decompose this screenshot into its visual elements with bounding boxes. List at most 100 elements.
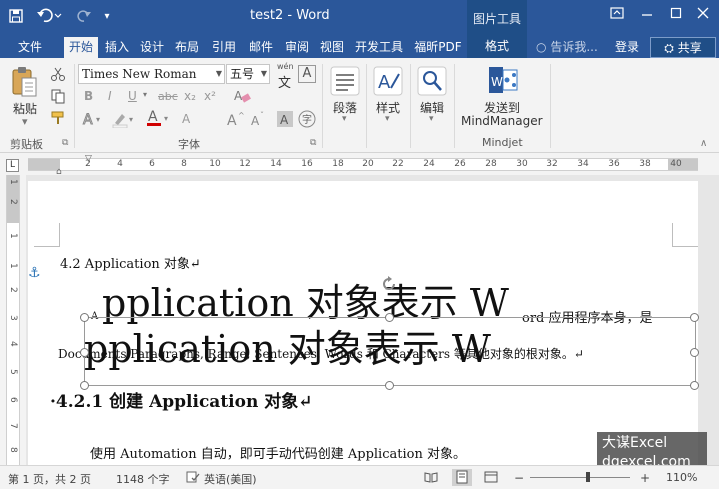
- tab-file[interactable]: 文件: [10, 37, 50, 58]
- text-effects-icon[interactable]: A ▾: [82, 110, 104, 131]
- heading-4-2[interactable]: 4.2 Application 对象↵: [60, 253, 201, 272]
- resize-handle[interactable]: [385, 313, 394, 322]
- copy-icon[interactable]: [50, 88, 66, 107]
- underline-dropdown-icon[interactable]: ▾: [143, 90, 147, 99]
- styles-dropdown-icon[interactable]: ▾: [385, 114, 390, 124]
- page-count[interactable]: 第 1 页，共 2 页: [8, 471, 91, 487]
- resize-handle[interactable]: [385, 381, 394, 390]
- svg-text:A: A: [227, 113, 237, 127]
- italic-button[interactable]: I: [108, 89, 112, 103]
- format-painter-icon[interactable]: [50, 110, 66, 129]
- shrink-font-icon[interactable]: Aˇ: [250, 110, 268, 130]
- maximize-icon[interactable]: [666, 6, 686, 26]
- resize-handle[interactable]: [690, 348, 699, 357]
- tell-me-box[interactable]: ○ 告诉我...: [536, 37, 606, 58]
- resize-handle[interactable]: [690, 381, 699, 390]
- tab-review[interactable]: 审阅: [282, 37, 312, 58]
- send-to-label-2[interactable]: MindManager: [461, 114, 543, 128]
- minimize-icon[interactable]: [637, 6, 657, 26]
- vertical-ruler[interactable]: 1 2 1 1 2 3 4 5 6 7 8: [6, 175, 20, 465]
- ruler-number: 26: [454, 159, 466, 169]
- first-line-indent-marker[interactable]: ▽: [85, 154, 92, 164]
- tab-home[interactable]: 开始: [64, 37, 98, 58]
- zoom-slider[interactable]: [530, 472, 630, 482]
- collapse-ribbon-icon[interactable]: ∧: [700, 138, 707, 149]
- word-count[interactable]: 1148 个字: [116, 471, 170, 487]
- resize-handle[interactable]: [80, 313, 89, 322]
- ribbon-home: 粘贴 ▾ 剪贴板 ⧉ Times New Roman ▼ 五号 ▼ wén 文 …: [0, 58, 719, 153]
- login-link[interactable]: 登录: [612, 37, 642, 58]
- share-button[interactable]: ⛭ 共享: [650, 37, 716, 58]
- enclose-characters-icon[interactable]: 字: [298, 110, 316, 131]
- underline-button[interactable]: U: [128, 89, 137, 103]
- tab-design[interactable]: 设计: [137, 37, 167, 58]
- font-size-dropdown-icon[interactable]: ▼: [261, 65, 267, 83]
- tab-view[interactable]: 视图: [317, 37, 347, 58]
- character-border-icon[interactable]: A: [298, 65, 316, 83]
- ruler-number: 38: [639, 159, 651, 169]
- clear-formatting-icon[interactable]: A: [233, 88, 251, 107]
- tab-mailings[interactable]: 邮件: [246, 37, 276, 58]
- ruler-number: 28: [485, 159, 497, 169]
- styles-icon[interactable]: A: [373, 66, 403, 96]
- subscript-button[interactable]: x₂: [184, 89, 196, 103]
- zoom-in-icon[interactable]: +: [640, 471, 650, 485]
- phonetic-guide-icon[interactable]: 文: [278, 72, 291, 91]
- paste-dropdown-icon[interactable]: ▾: [22, 115, 28, 128]
- mindmanager-icon[interactable]: W: [487, 64, 518, 94]
- tab-references[interactable]: 引用: [209, 37, 239, 58]
- proofing-icon[interactable]: [186, 471, 200, 486]
- heading-4-2-1[interactable]: ·4.2.1 创建 Application 对象↵: [50, 387, 313, 412]
- print-layout-icon[interactable]: [452, 469, 472, 486]
- redo-icon[interactable]: [74, 6, 94, 26]
- paragraph-dropdown-icon[interactable]: ▾: [342, 114, 347, 124]
- font-size-dropdown-small-icon[interactable]: A: [181, 111, 195, 130]
- language[interactable]: 英语(美国): [204, 471, 257, 487]
- document-page[interactable]: 4.2 Application 对象↵ A pplication 对象表示 W …: [28, 181, 699, 465]
- font-name-dropdown-icon[interactable]: ▼: [216, 65, 222, 83]
- ruler-number: 34: [577, 159, 589, 169]
- font-launcher-icon[interactable]: ⧉: [310, 138, 316, 148]
- ruler-number: 16: [301, 159, 313, 169]
- find-icon[interactable]: [417, 66, 447, 96]
- rotate-handle-icon[interactable]: [380, 275, 398, 293]
- cut-icon[interactable]: [50, 66, 66, 85]
- ruler-number: 24: [423, 159, 435, 169]
- character-shading-icon[interactable]: A: [276, 110, 294, 131]
- paragraph-icon[interactable]: [330, 66, 360, 96]
- body-paragraph[interactable]: 使用 Automation 自动，即可手动代码创建 Application 对象…: [90, 443, 466, 462]
- font-name-box[interactable]: Times New Roman ▼: [78, 64, 225, 84]
- tab-format[interactable]: 格式: [467, 34, 527, 58]
- editing-dropdown-icon[interactable]: ▾: [429, 114, 434, 124]
- strikethrough-button[interactable]: abc: [158, 90, 178, 103]
- anchor-icon[interactable]: ⚓: [28, 265, 41, 281]
- grow-font-icon[interactable]: A ^: [226, 111, 246, 130]
- bold-button[interactable]: B: [84, 89, 93, 103]
- svg-text:A: A: [83, 112, 93, 128]
- web-layout-icon[interactable]: [484, 471, 498, 486]
- customize-qat-icon[interactable]: ▾: [100, 6, 114, 26]
- font-size-box[interactable]: 五号 ▼: [226, 64, 270, 84]
- resize-handle[interactable]: [80, 348, 89, 357]
- paste-icon[interactable]: [10, 66, 40, 97]
- font-color-icon[interactable]: A ▾: [146, 108, 172, 131]
- ribbon-display-options-icon[interactable]: [607, 6, 627, 26]
- horizontal-ruler[interactable]: L 2 4 6 8 10 12 14 16 18 20 22 24 26 28 …: [0, 153, 719, 177]
- tab-layout[interactable]: 布局: [172, 37, 202, 58]
- highlight-color-icon[interactable]: ▾: [112, 110, 138, 131]
- tab-developer[interactable]: 开发工具: [352, 37, 406, 58]
- undo-icon[interactable]: [34, 6, 64, 26]
- clipboard-launcher-icon[interactable]: ⧉: [62, 138, 68, 148]
- close-icon[interactable]: [693, 6, 713, 26]
- zoom-out-icon[interactable]: −: [514, 471, 524, 485]
- save-icon[interactable]: [6, 6, 26, 26]
- selected-picture-frame[interactable]: [80, 313, 699, 390]
- zoom-slider-thumb[interactable]: [586, 472, 590, 482]
- tab-selector[interactable]: L: [6, 159, 19, 172]
- superscript-button[interactable]: x²: [204, 89, 216, 103]
- tab-insert[interactable]: 插入: [102, 37, 132, 58]
- read-mode-icon[interactable]: [424, 471, 438, 486]
- resize-handle[interactable]: [690, 313, 699, 322]
- zoom-level[interactable]: 110%: [666, 471, 697, 484]
- tab-foxit-pdf[interactable]: 福昕PDF: [411, 37, 465, 58]
